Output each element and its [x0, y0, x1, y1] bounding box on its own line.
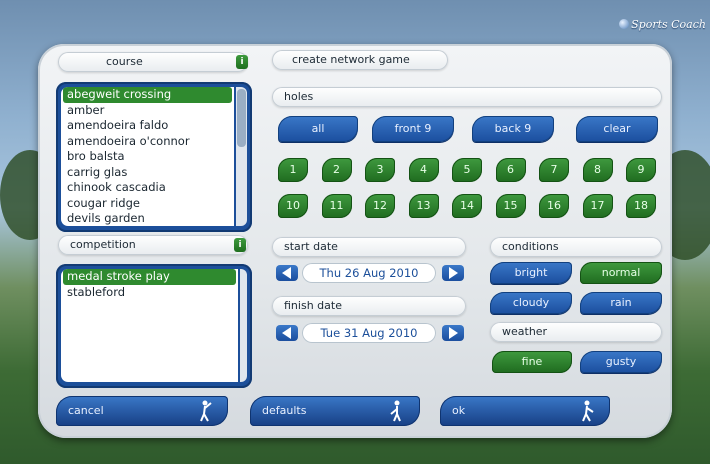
finish-date-next-button[interactable]	[442, 325, 464, 341]
course-list-items: abegweit crossing amber amendoeira faldo am…	[61, 87, 234, 226]
competition-scrollbar[interactable]	[240, 269, 247, 382]
arrow-right-icon	[449, 267, 458, 279]
hole-button-17[interactable]: 17	[582, 194, 613, 218]
finish-date-value: Tue 31 Aug 2010	[302, 323, 436, 343]
start-date-prev-button[interactable]	[276, 265, 298, 281]
hole-button-8[interactable]: 8	[582, 158, 613, 182]
game-setup-panel: course i abegweit crossing amber amendoeir…	[38, 44, 672, 438]
course-list[interactable]: abegweit crossing amber amendoeira faldo am…	[56, 82, 252, 232]
globe-icon	[619, 19, 630, 29]
competition-list-items: medal stroke play stableford	[61, 269, 238, 382]
weather-gusty-button[interactable]: gusty	[580, 351, 662, 373]
conditions-normal-button[interactable]: normal	[580, 262, 662, 284]
finish-date-header: finish date	[272, 296, 466, 316]
course-list-item[interactable]: amendoeira o'connor	[61, 134, 234, 150]
conditions-cloudy-button[interactable]: cloudy	[490, 292, 572, 314]
golfer-icon	[390, 400, 401, 422]
course-list-item[interactable]: cougar ridge	[61, 196, 234, 212]
holes-all-button[interactable]: all	[278, 116, 358, 142]
hole-button-4[interactable]: 4	[408, 158, 439, 182]
holes-back9-button[interactable]: back 9	[472, 116, 554, 142]
weather-fine-button[interactable]: fine	[492, 351, 572, 373]
cancel-button[interactable]: cancel	[56, 396, 228, 426]
course-header: course	[58, 52, 248, 72]
course-scrollbar[interactable]	[236, 87, 247, 226]
hole-button-16[interactable]: 16	[539, 194, 569, 218]
competition-list-item[interactable]: medal stroke play	[63, 269, 236, 285]
defaults-button[interactable]: defaults	[250, 396, 420, 426]
holes-header: holes	[272, 87, 662, 107]
competition-header: competition	[58, 235, 248, 255]
hole-button-3[interactable]: 3	[365, 158, 395, 182]
start-date-header: start date	[272, 237, 466, 257]
hole-button-13[interactable]: 13	[408, 194, 439, 218]
hole-button-9[interactable]: 9	[626, 158, 656, 182]
golfer-icon	[200, 400, 212, 422]
holes-front9-button[interactable]: front 9	[372, 116, 454, 142]
create-network-game-button[interactable]: create network game	[272, 50, 448, 70]
hole-button-5[interactable]: 5	[452, 158, 482, 182]
start-date-next-button[interactable]	[442, 265, 464, 281]
conditions-rain-button[interactable]: rain	[580, 292, 662, 314]
hole-button-18[interactable]: 18	[626, 194, 656, 218]
course-list-item[interactable]: bro balsta	[61, 149, 234, 165]
brand-logo: Sports Coach	[619, 18, 706, 31]
arrow-left-icon	[282, 267, 291, 279]
hole-button-10[interactable]: 10	[278, 194, 308, 218]
ok-button[interactable]: ok	[440, 396, 610, 426]
competition-info-icon[interactable]: i	[234, 238, 246, 252]
conditions-bright-button[interactable]: bright	[490, 262, 572, 284]
course-list-item[interactable]: abegweit crossing	[63, 87, 232, 103]
hole-button-2[interactable]: 2	[321, 158, 352, 182]
golfer-icon	[582, 400, 594, 422]
course-list-item[interactable]: amendoeira faldo	[61, 118, 234, 134]
competition-list-item[interactable]: stableford	[61, 285, 238, 301]
hole-button-15[interactable]: 15	[495, 194, 526, 218]
scrollbar-thumb[interactable]	[237, 89, 246, 147]
hole-button-6[interactable]: 6	[495, 158, 526, 182]
course-info-icon[interactable]: i	[236, 55, 248, 69]
conditions-header: conditions	[490, 237, 662, 257]
course-list-item[interactable]: chinook cascadia	[61, 180, 234, 196]
course-list-item[interactable]: amber	[61, 103, 234, 119]
finish-date-prev-button[interactable]	[276, 325, 298, 341]
competition-list[interactable]: medal stroke play stableford	[56, 264, 252, 388]
hole-button-11[interactable]: 11	[321, 194, 352, 218]
holes-clear-button[interactable]: clear	[576, 116, 658, 142]
hole-button-14[interactable]: 14	[452, 194, 482, 218]
arrow-right-icon	[449, 327, 458, 339]
start-date-value: Thu 26 Aug 2010	[302, 263, 436, 283]
hole-button-1[interactable]: 1	[278, 158, 308, 182]
course-list-item[interactable]: devils garden	[61, 211, 234, 226]
hole-button-12[interactable]: 12	[365, 194, 395, 218]
course-list-item[interactable]: carrig glas	[61, 165, 234, 181]
hole-button-7[interactable]: 7	[539, 158, 569, 182]
arrow-left-icon	[282, 327, 291, 339]
weather-header: weather	[490, 322, 662, 342]
